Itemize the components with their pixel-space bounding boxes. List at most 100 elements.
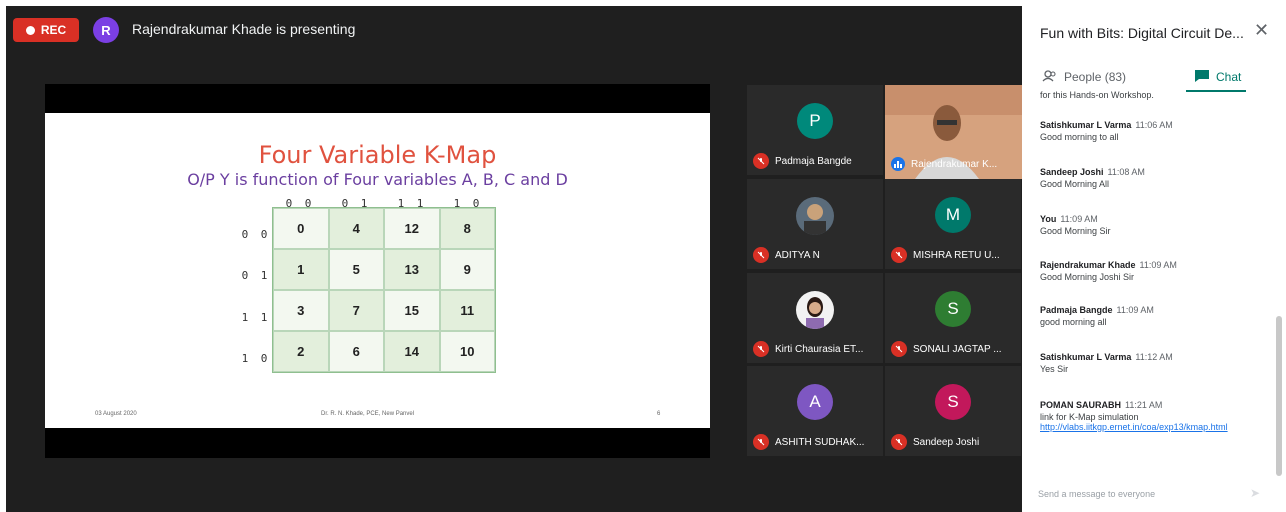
participant-video-tile[interactable]: Rajendrakumar K... [885, 85, 1022, 179]
send-icon[interactable]: ➤ [1250, 486, 1260, 500]
kmap-row-header: 1 0 [241, 352, 271, 365]
kmap-cell: 4 [328, 208, 384, 249]
mic-off-icon [891, 434, 907, 450]
participant-avatar: P [797, 103, 833, 139]
chat-scrollbar[interactable] [1276, 316, 1282, 476]
recording-label: REC [40, 23, 67, 37]
chat-time: 11:09 AM [1060, 214, 1098, 224]
presentation-slide: Four Variable K-Map O/P Y is function of… [45, 113, 710, 428]
chat-message: POMAN SAURABH 11:21 AM link for K-Map sim… [1040, 400, 1260, 432]
chat-message-text: Yes Sir [1040, 364, 1069, 374]
kmap-cell: 12 [384, 208, 440, 249]
participant-name: Kirti Chaurasia ET... [775, 343, 864, 355]
mic-off-icon [753, 341, 769, 357]
chat-compose-input[interactable]: Send a message to everyone [1038, 489, 1155, 499]
chat-message-text: Good Morning All [1040, 179, 1110, 189]
chat-message: Padmaja Bangde 11:09 AM good morning all [1040, 305, 1260, 327]
chat-time: 11:21 AM [1125, 400, 1163, 410]
participant-name: Sandeep Joshi [913, 436, 980, 448]
chat-message: Rajendrakumar Khade 11:09 AM Good Morning… [1040, 260, 1260, 282]
chat-message-text: Good Morning Joshi Sir [1040, 272, 1135, 282]
chat-sender: You [1040, 214, 1057, 224]
participant-avatar: S [935, 291, 971, 327]
participant-photo [796, 291, 834, 329]
participant-tile[interactable]: S SONALI JAGTAP ... [885, 273, 1021, 363]
chat-sender: Satishkumar L Varma [1040, 352, 1132, 362]
participant-name: Rajendrakumar K... [911, 158, 998, 170]
tab-chat[interactable]: Chat [1194, 64, 1241, 90]
chat-message-text: for this Hands-on Workshop. [1040, 90, 1154, 100]
mic-off-icon [753, 434, 769, 450]
slide-page-number: 6 [657, 411, 661, 417]
participant-tile[interactable]: A ASHITH SUDHAK... [747, 366, 883, 456]
tab-people[interactable]: People (83) [1042, 64, 1126, 90]
kmap-cell: 8 [439, 208, 495, 249]
kmap-cell: 13 [384, 249, 440, 290]
participant-avatar: M [935, 197, 971, 233]
chat-message-text: good morning all [1040, 317, 1107, 327]
chat-message: Satishkumar L Varma 11:12 AM Yes Sir [1040, 352, 1260, 374]
chat-time: 11:08 AM [1107, 167, 1145, 177]
kmap-cell: 5 [328, 249, 384, 290]
participant-name: ASHITH SUDHAK... [775, 436, 865, 448]
participant-tile[interactable]: Kirti Chaurasia ET... [747, 273, 883, 363]
recording-badge: REC [13, 18, 79, 42]
chat-time: 11:06 AM [1135, 120, 1173, 130]
participant-tile[interactable]: M MISHRA RETU U... [885, 179, 1021, 269]
kmap-cell: 1 [273, 249, 329, 290]
participant-tile[interactable]: ADITYA N [747, 179, 883, 269]
kmap-cell: 11 [439, 290, 495, 331]
chat-time: 11:12 AM [1135, 352, 1173, 362]
kmap-cell: 7 [328, 290, 384, 331]
side-panel: Fun with Bits: Digital Circuit De... ✕ P… [1022, 6, 1286, 512]
karnaugh-map: 0 4 12 8 1 5 13 9 3 7 15 11 2 6 14 10 [272, 207, 496, 373]
record-dot-icon [25, 25, 35, 35]
chat-message-text: Good morning to all [1040, 132, 1119, 142]
chat-time: 11:09 AM [1116, 305, 1154, 315]
mic-off-icon [891, 341, 907, 357]
mic-off-icon [753, 247, 769, 263]
chat-icon [1194, 69, 1210, 86]
kmap-row-header: 0 1 [241, 269, 271, 282]
kmap-cell: 6 [328, 331, 384, 372]
kmap-row-header: 1 1 [241, 311, 271, 324]
participant-name: ADITYA N [775, 249, 820, 261]
tab-chat-label: Chat [1216, 70, 1242, 84]
participant-avatar: A [797, 384, 833, 420]
slide-title: Four Variable K-Map [258, 141, 497, 169]
chat-message: Sandeep Joshi 11:08 AM Good Morning All [1040, 167, 1260, 189]
chat-message: Satishkumar L Varma 11:06 AM Good morning… [1040, 120, 1260, 142]
chat-sender: POMAN SAURABH [1040, 400, 1121, 410]
meeting-stage: REC R Rajendrakumar Khade is presenting … [6, 6, 1022, 512]
chat-sender: Sandeep Joshi [1040, 167, 1104, 177]
participant-tile[interactable]: S Sandeep Joshi [885, 366, 1021, 456]
mic-off-icon [891, 247, 907, 263]
meeting-title: Fun with Bits: Digital Circuit De... [1040, 25, 1244, 41]
chat-link[interactable]: http://vlabs.iitkgp.ernet.in/coa/exp13/k… [1040, 422, 1250, 432]
speaking-indicator-icon [891, 157, 905, 171]
tab-people-label: People (83) [1064, 70, 1127, 84]
people-icon [1042, 69, 1058, 85]
participant-avatar: S [935, 384, 971, 420]
presenter-avatar: R [93, 17, 119, 43]
slide-subtitle: O/P Y is function of Four variables A, B… [187, 170, 568, 189]
chat-message-text: link for K-Map simulation [1040, 412, 1139, 422]
participant-photo [796, 197, 834, 235]
presenter-status: Rajendrakumar Khade is presenting [132, 21, 356, 37]
chat-sender: Satishkumar L Varma [1040, 120, 1132, 130]
kmap-cell: 10 [439, 331, 495, 372]
kmap-cell: 0 [273, 208, 329, 249]
participant-name: Padmaja Bangde [775, 155, 852, 167]
kmap-cell: 9 [439, 249, 495, 290]
participant-tile[interactable]: P Padmaja Bangde [747, 85, 883, 175]
presentation-frame: Four Variable K-Map O/P Y is function of… [45, 84, 710, 458]
close-icon[interactable]: ✕ [1254, 20, 1269, 41]
kmap-cell: 2 [273, 331, 329, 372]
kmap-cell: 14 [384, 331, 440, 372]
participant-name: MISHRA RETU U... [913, 249, 1000, 261]
chat-sender: Rajendrakumar Khade [1040, 260, 1136, 270]
kmap-cell: 15 [384, 290, 440, 331]
chat-time: 11:09 AM [1139, 260, 1177, 270]
chat-message: You 11:09 AM Good Morning Sir [1040, 214, 1260, 236]
kmap-row-header: 0 0 [241, 228, 271, 241]
